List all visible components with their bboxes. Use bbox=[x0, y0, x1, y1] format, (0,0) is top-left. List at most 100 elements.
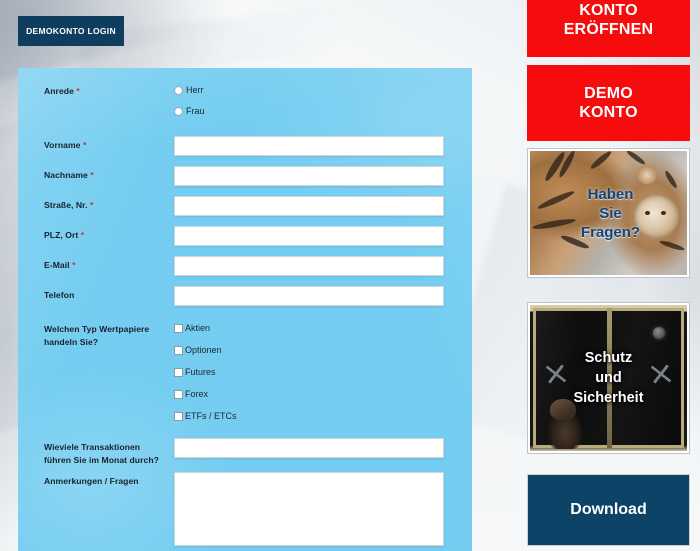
field-control-anrede: Herr Frau bbox=[174, 82, 472, 124]
field-control-transaktionen bbox=[174, 438, 472, 458]
form-row-transaktionen: Wieviele Transaktionen führen Sie im Mon… bbox=[18, 438, 472, 467]
field-label-wertpapiere-line1: Welchen Typ Wertpapiere bbox=[44, 324, 150, 334]
field-label-vorname: Vorname * bbox=[44, 136, 174, 152]
cta-demo-konto-line2: KONTO bbox=[579, 104, 638, 121]
form-row-wertpapiere: Welchen Typ Wertpapiere handeln Sie? Akt… bbox=[18, 320, 472, 430]
radio-label-frau: Frau bbox=[186, 105, 205, 116]
form-row-email: E-Mail * bbox=[18, 256, 472, 276]
checkbox-option-optionen[interactable]: Optionen bbox=[174, 342, 472, 358]
required-marker: * bbox=[82, 140, 87, 150]
checkbox-option-forex[interactable]: Forex bbox=[174, 386, 472, 402]
checkbox-label-optionen: Optionen bbox=[185, 344, 222, 355]
field-label-plz-ort: PLZ, Ort * bbox=[44, 226, 174, 242]
checkbox-option-aktien[interactable]: Aktien bbox=[174, 320, 472, 336]
field-label-anrede: Anrede * bbox=[44, 82, 174, 98]
cta-demo-konto-line1: DEMO bbox=[584, 85, 633, 102]
nachname-input[interactable] bbox=[174, 166, 444, 186]
tiger-face bbox=[634, 195, 680, 239]
tiger-stripe bbox=[536, 189, 576, 211]
promo-caption-line2: und bbox=[595, 370, 622, 386]
strasse-input[interactable] bbox=[174, 196, 444, 216]
tiger-stripe bbox=[531, 217, 577, 231]
field-label-wertpapiere-line2: handeln Sie? bbox=[44, 337, 99, 347]
field-label-plz-ort-text: PLZ, Ort bbox=[44, 230, 79, 240]
field-control-wertpapiere: Aktien Optionen Futures Forex ETFs / ETC… bbox=[174, 320, 472, 430]
radio-option-herr[interactable]: Herr bbox=[174, 82, 472, 98]
anmerkungen-textarea[interactable] bbox=[174, 472, 444, 546]
cta-konto-eroeffnen-button[interactable]: KONTO ERÖFFNEN bbox=[527, 0, 690, 57]
demokonto-login-button[interactable]: DEMOKONTO LOGIN bbox=[18, 16, 124, 46]
field-control-anmerkungen bbox=[174, 472, 472, 546]
field-control-strasse bbox=[174, 196, 472, 216]
form-field-list: Anrede * Herr Frau Vorname * Nachname * … bbox=[18, 68, 472, 546]
field-label-nachname: Nachname * bbox=[44, 166, 174, 182]
field-label-transaktionen: Wieviele Transaktionen führen Sie im Mon… bbox=[44, 438, 174, 467]
cta-konto-eroeffnen-line2: ERÖFFNEN bbox=[563, 20, 654, 38]
cta-demo-konto-button[interactable]: DEMO KONTO bbox=[527, 65, 690, 141]
required-marker: * bbox=[80, 230, 85, 240]
tiger-stripe bbox=[625, 151, 647, 166]
checkbox-option-futures[interactable]: Futures bbox=[174, 364, 472, 380]
checkbox-icon[interactable] bbox=[174, 411, 183, 421]
form-row-anrede: Anrede * Herr Frau bbox=[18, 82, 472, 124]
tiger-eye bbox=[661, 211, 666, 215]
promo-media-tiger: Haben Sie Fragen? bbox=[530, 151, 687, 275]
form-row-nachname: Nachname * bbox=[18, 166, 472, 186]
form-row-anmerkungen: Anmerkungen / Fragen bbox=[18, 472, 472, 546]
required-marker: * bbox=[72, 260, 76, 270]
promo-caption-line3: Fragen? bbox=[580, 223, 641, 241]
checkbox-label-forex: Forex bbox=[185, 388, 209, 399]
checkbox-label-etfs-etcs: ETFs / ETCs bbox=[185, 410, 237, 421]
field-label-strasse: Straße, Nr. * bbox=[44, 196, 174, 212]
radio-label-herr: Herr bbox=[186, 84, 204, 95]
checkbox-icon[interactable] bbox=[174, 389, 183, 399]
form-row-vorname: Vorname * bbox=[18, 136, 472, 156]
radio-icon[interactable] bbox=[174, 85, 183, 95]
cta-download-button[interactable]: Download bbox=[527, 474, 690, 546]
field-label-email-text: E-Mail bbox=[44, 260, 70, 270]
tiger-ear bbox=[637, 165, 657, 184]
vault-dial-icon bbox=[653, 327, 665, 339]
field-control-vorname bbox=[174, 136, 472, 156]
field-label-email: E-Mail * bbox=[44, 256, 174, 272]
tiger-eye bbox=[645, 211, 650, 215]
form-row-strasse: Straße, Nr. * bbox=[18, 196, 472, 216]
checkbox-icon[interactable] bbox=[174, 345, 183, 355]
transaktionen-input[interactable] bbox=[174, 438, 444, 458]
field-control-telefon bbox=[174, 286, 472, 306]
required-marker: * bbox=[76, 86, 80, 96]
vorname-input[interactable] bbox=[174, 136, 444, 156]
promo-card-haben-sie-fragen[interactable]: Haben Sie Fragen? bbox=[527, 148, 690, 278]
tiger-stripe bbox=[663, 169, 679, 190]
radio-icon[interactable] bbox=[174, 106, 183, 116]
cta-konto-eroeffnen-line1: KONTO bbox=[579, 1, 638, 19]
field-control-plz-ort bbox=[174, 226, 472, 246]
promo-card-schutz-und-sicherheit[interactable]: Schutz und Sicherheit bbox=[527, 302, 690, 454]
field-label-anmerkungen: Anmerkungen / Fragen bbox=[44, 472, 174, 488]
field-label-telefon: Telefon bbox=[44, 286, 174, 302]
field-label-anmerkungen-text: Anmerkungen / Fragen bbox=[44, 476, 139, 486]
radio-option-frau[interactable]: Frau bbox=[174, 103, 472, 119]
field-label-transaktionen-line1: Wieviele Transaktionen bbox=[44, 442, 141, 452]
telefon-input[interactable] bbox=[174, 286, 444, 306]
plz-ort-input[interactable] bbox=[174, 226, 444, 246]
tiger-stripe bbox=[589, 151, 613, 171]
contact-form-panel: Anrede * Herr Frau Vorname * Nachname * … bbox=[18, 68, 472, 551]
field-label-telefon-text: Telefon bbox=[44, 290, 75, 300]
promo-caption-haben-sie-fragen: Haben Sie Fragen? bbox=[581, 185, 640, 242]
promo-media-vault: Schutz und Sicherheit bbox=[530, 305, 687, 451]
field-label-strasse-text: Straße, Nr. bbox=[44, 200, 88, 210]
required-marker: * bbox=[90, 200, 94, 210]
checkbox-icon[interactable] bbox=[174, 367, 183, 377]
form-row-telefon: Telefon bbox=[18, 286, 472, 306]
promo-caption-line3: Sicherheit bbox=[573, 390, 644, 406]
field-label-anrede-text: Anrede bbox=[44, 86, 74, 96]
checkbox-label-futures: Futures bbox=[185, 366, 216, 377]
promo-caption-schutz-und-sicherheit: Schutz und Sicherheit bbox=[573, 348, 643, 408]
checkbox-icon[interactable] bbox=[174, 323, 183, 333]
field-control-email bbox=[174, 256, 472, 276]
email-input[interactable] bbox=[174, 256, 444, 276]
required-marker: * bbox=[90, 170, 94, 180]
checkbox-option-etfs-etcs[interactable]: ETFs / ETCs bbox=[174, 408, 472, 424]
promo-caption-line1: Haben bbox=[587, 185, 634, 203]
